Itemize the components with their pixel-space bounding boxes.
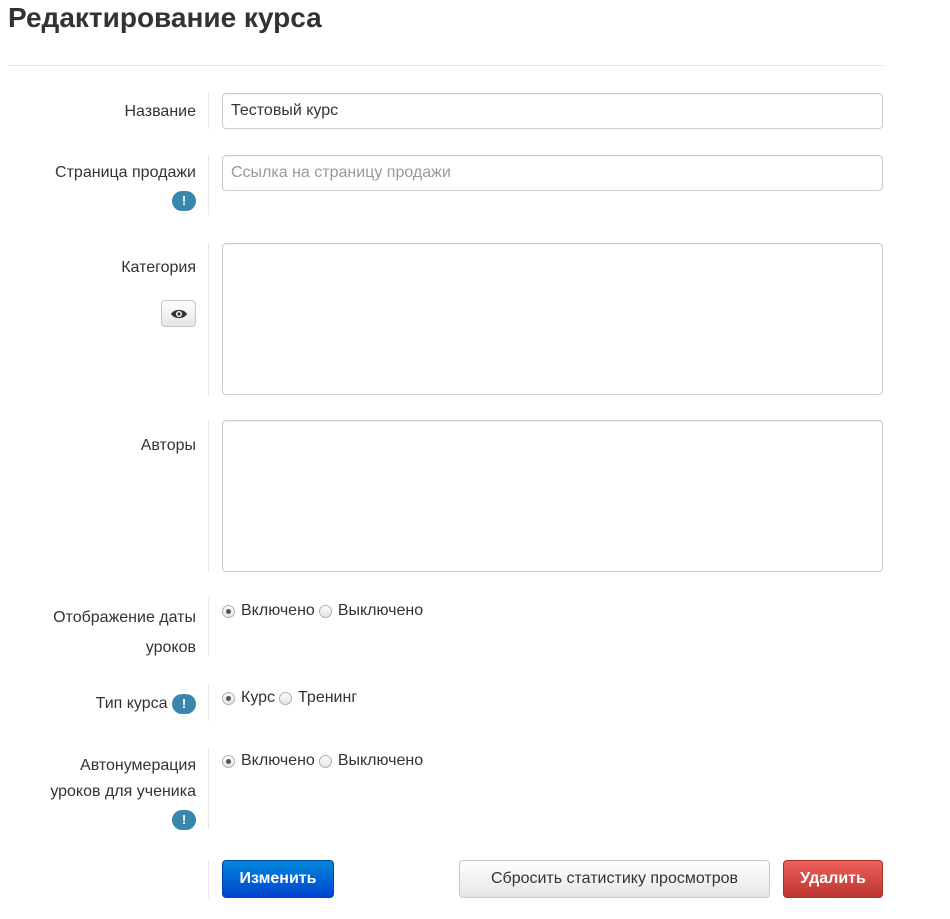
authors-textarea[interactable] bbox=[222, 420, 883, 572]
page-title: Редактирование курса bbox=[8, 2, 322, 33]
auto-numbering-on-radio[interactable] bbox=[222, 754, 235, 768]
info-icon[interactable]: ! bbox=[172, 190, 196, 211]
date-display-off-label[interactable]: Выключено bbox=[338, 599, 423, 623]
eye-icon bbox=[170, 309, 187, 318]
row-divider bbox=[208, 685, 209, 721]
category-label: Категория bbox=[121, 259, 196, 276]
auto-numbering-off-label[interactable]: Выключено bbox=[338, 749, 423, 773]
authors-label: Авторы bbox=[140, 437, 196, 454]
sale-page-input[interactable] bbox=[222, 155, 883, 191]
date-display-on-label[interactable]: Включено bbox=[241, 599, 315, 623]
row-divider bbox=[208, 93, 209, 129]
name-label: Название bbox=[124, 103, 197, 120]
course-type-label: Тип курса ! bbox=[96, 689, 196, 719]
date-display-radio-group: Включено Выключено bbox=[222, 599, 427, 623]
date-display-on-radio[interactable] bbox=[222, 604, 235, 618]
sale-page-label: Страница продажи ! bbox=[55, 159, 196, 215]
category-textarea[interactable] bbox=[222, 243, 883, 395]
auto-numbering-label: Автонумерация уроков для ученика ! bbox=[50, 753, 196, 833]
delete-button[interactable]: Удалить bbox=[783, 860, 883, 898]
row-divider bbox=[208, 749, 209, 829]
save-button[interactable]: Изменить bbox=[222, 860, 334, 898]
course-type-course-label[interactable]: Курс bbox=[241, 686, 275, 710]
reset-stats-button[interactable]: Сбросить статистику просмотров bbox=[459, 860, 770, 898]
info-icon[interactable]: ! bbox=[172, 809, 196, 830]
course-type-training-radio[interactable] bbox=[279, 691, 293, 705]
course-type-training-label[interactable]: Тренинг bbox=[298, 686, 357, 710]
row-divider bbox=[208, 243, 209, 395]
course-name-input[interactable] bbox=[222, 93, 883, 129]
category-preview-button[interactable] bbox=[161, 300, 196, 327]
date-display-label: Отображение даты уроков bbox=[53, 609, 196, 656]
info-icon[interactable]: ! bbox=[172, 693, 196, 714]
course-type-radio-group: Курс Тренинг bbox=[222, 686, 361, 710]
row-divider bbox=[208, 420, 209, 572]
row-divider bbox=[208, 155, 209, 215]
title-divider bbox=[8, 65, 884, 66]
course-type-course-radio[interactable] bbox=[222, 691, 235, 705]
row-divider bbox=[208, 860, 209, 898]
auto-numbering-radio-group: Включено Выключено bbox=[222, 749, 427, 773]
row-divider bbox=[208, 598, 209, 656]
auto-numbering-on-label[interactable]: Включено bbox=[241, 749, 315, 773]
date-display-off-radio[interactable] bbox=[318, 604, 332, 618]
auto-numbering-off-radio[interactable] bbox=[318, 754, 332, 768]
